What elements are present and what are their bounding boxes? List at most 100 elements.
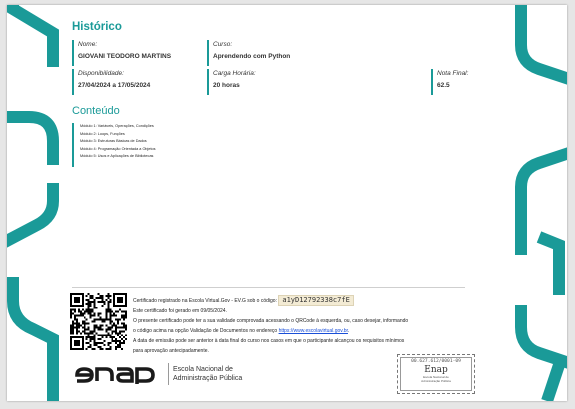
qr-module xyxy=(113,322,116,325)
qr-module xyxy=(93,324,96,327)
qr-code[interactable] xyxy=(70,293,127,350)
qr-module xyxy=(97,334,100,337)
qr-module xyxy=(121,334,124,337)
qr-module xyxy=(73,322,76,325)
qr-module xyxy=(123,340,126,343)
qr-module xyxy=(93,340,96,343)
qr-module xyxy=(123,322,126,325)
qr-module xyxy=(97,314,100,317)
qr-module xyxy=(87,334,90,337)
qr-module xyxy=(115,314,118,317)
module-item: Módulo 3: Estruturas Básicas de Dados xyxy=(80,139,147,143)
qr-module xyxy=(83,328,86,331)
qr-module xyxy=(117,326,120,329)
qr-module xyxy=(77,322,80,325)
qr-module xyxy=(109,298,112,301)
qr-module xyxy=(81,314,84,317)
qr-module xyxy=(97,300,100,303)
qr-module xyxy=(119,318,122,321)
institution-line-2: Administração Pública xyxy=(173,375,243,382)
qr-module xyxy=(107,318,110,321)
qr-module xyxy=(97,293,100,295)
qr-module xyxy=(101,300,104,303)
emission-text-2: para aprovação antecipadamente. xyxy=(133,348,209,354)
qr-module xyxy=(109,312,112,315)
qr-module xyxy=(105,294,108,297)
qr-module xyxy=(111,340,114,343)
qr-module xyxy=(115,310,118,313)
qr-module xyxy=(103,300,106,303)
qr-module xyxy=(79,312,82,315)
qr-module xyxy=(101,324,104,327)
qr-module xyxy=(113,336,116,339)
qr-module xyxy=(119,340,122,343)
qr-module xyxy=(95,318,98,321)
qr-module xyxy=(75,324,78,327)
qr-module xyxy=(115,318,118,321)
qr-module xyxy=(97,346,100,349)
qr-module xyxy=(113,330,116,333)
qr-module xyxy=(89,296,92,299)
conteudo-title: Conteúdo xyxy=(72,105,120,117)
qr-module xyxy=(71,324,74,327)
qr-module xyxy=(91,348,94,350)
qr-module xyxy=(101,336,104,339)
course-field: Curso: Aprendendo com Python xyxy=(207,40,290,66)
qr-module xyxy=(70,312,72,315)
qr-module xyxy=(109,314,112,317)
qr-module xyxy=(101,334,104,337)
qr-module xyxy=(125,310,127,313)
qr-module xyxy=(93,338,96,341)
qr-module xyxy=(93,312,96,315)
qr-module xyxy=(91,332,94,335)
qr-module xyxy=(121,322,124,325)
qr-module xyxy=(89,340,92,343)
qr-module xyxy=(95,306,98,309)
qr-module xyxy=(125,328,127,331)
qr-module xyxy=(105,316,108,319)
qr-module xyxy=(99,296,102,299)
module-item: Módulo 5: Usos e Aplicações de Bibliotec… xyxy=(80,154,154,158)
qr-module xyxy=(123,336,126,339)
student-name-field: Nome: GIOVANI TEODORO MARTINS xyxy=(72,40,171,66)
qr-module xyxy=(113,324,116,327)
qr-module xyxy=(115,346,118,349)
qr-module xyxy=(123,318,126,321)
qr-module xyxy=(115,328,118,331)
qr-module xyxy=(70,324,72,327)
qr-module xyxy=(107,310,110,313)
stamp-inner: 00.627.612/0001-09 Enap Escola Nacional … xyxy=(400,357,472,391)
qr-module xyxy=(83,332,86,335)
qr-module xyxy=(107,342,110,345)
qr-module xyxy=(115,324,118,327)
stamp-sub-2: Administração Pública xyxy=(421,378,451,383)
qr-module xyxy=(117,322,120,325)
qr-module xyxy=(109,328,112,331)
qr-module xyxy=(109,300,112,303)
qr-module xyxy=(93,304,96,307)
qr-module xyxy=(93,300,96,303)
qr-module xyxy=(93,314,96,317)
qr-module xyxy=(75,314,78,317)
qr-module xyxy=(115,338,118,341)
generated-text: Este certificado foi gerado em 09/05/202… xyxy=(133,308,227,314)
qr-module xyxy=(115,340,118,343)
qr-module xyxy=(75,318,78,321)
qr-module xyxy=(109,348,112,350)
logo-divider xyxy=(168,363,169,385)
divider xyxy=(72,287,465,288)
qr-module xyxy=(95,326,98,329)
qr-module xyxy=(111,336,114,339)
qr-module xyxy=(123,342,126,345)
qr-module xyxy=(99,328,102,331)
validation-link[interactable]: https://www.escolavirtual.gov.br xyxy=(279,328,348,334)
qr-module xyxy=(87,308,90,311)
availability-field: Disponibilidade: 27/04/2024 a 17/05/2024 xyxy=(72,69,150,95)
qr-module xyxy=(89,330,92,333)
qr-module xyxy=(121,316,124,319)
qr-module xyxy=(103,344,106,347)
qr-module xyxy=(99,318,102,321)
qr-module xyxy=(87,332,90,335)
final-grade-value: 62.5 xyxy=(437,82,450,89)
qr-module xyxy=(89,310,92,313)
